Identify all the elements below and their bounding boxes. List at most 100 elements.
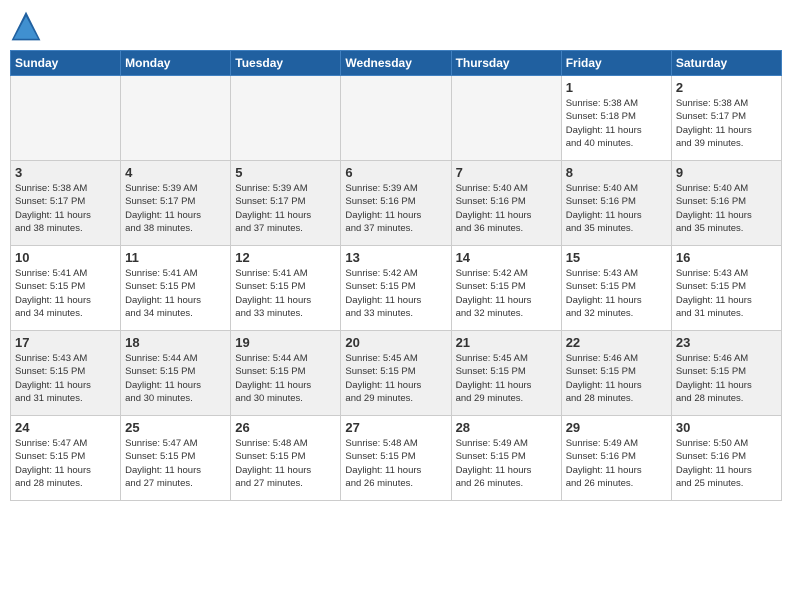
day-info: Sunrise: 5:38 AM Sunset: 5:17 PM Dayligh… xyxy=(676,97,777,150)
day-info: Sunrise: 5:40 AM Sunset: 5:16 PM Dayligh… xyxy=(456,182,557,235)
calendar-header-row: SundayMondayTuesdayWednesdayThursdayFrid… xyxy=(11,51,782,76)
calendar-cell: 18 Sunrise: 5:44 AM Sunset: 5:15 PM Dayli… xyxy=(121,331,231,416)
calendar-cell: 12 Sunrise: 5:41 AM Sunset: 5:15 PM Dayli… xyxy=(231,246,341,331)
day-number: 23 xyxy=(676,335,777,350)
logo xyxy=(10,10,46,42)
day-info: Sunrise: 5:38 AM Sunset: 5:18 PM Dayligh… xyxy=(566,97,667,150)
calendar-cell: 4Sunrise: 5:39 AM Sunset: 5:17 PM Daylig… xyxy=(121,161,231,246)
day-info: Sunrise: 5:45 AM Sunset: 5:15 PM Dayligh… xyxy=(345,352,446,405)
page-header xyxy=(10,10,782,42)
calendar-cell xyxy=(11,76,121,161)
day-number: 17 xyxy=(15,335,116,350)
day-number: 26 xyxy=(235,420,336,435)
calendar-cell: 2Sunrise: 5:38 AM Sunset: 5:17 PM Daylig… xyxy=(671,76,781,161)
day-number: 20 xyxy=(345,335,446,350)
day-info: Sunrise: 5:46 AM Sunset: 5:15 PM Dayligh… xyxy=(676,352,777,405)
day-info: Sunrise: 5:44 AM Sunset: 5:15 PM Dayligh… xyxy=(125,352,226,405)
day-info: Sunrise: 5:45 AM Sunset: 5:15 PM Dayligh… xyxy=(456,352,557,405)
header-monday: Monday xyxy=(121,51,231,76)
day-info: Sunrise: 5:39 AM Sunset: 5:16 PM Dayligh… xyxy=(345,182,446,235)
day-number: 1 xyxy=(566,80,667,95)
calendar-cell: 3Sunrise: 5:38 AM Sunset: 5:17 PM Daylig… xyxy=(11,161,121,246)
day-number: 30 xyxy=(676,420,777,435)
calendar-cell: 10Sunrise: 5:41 AM Sunset: 5:15 PM Dayli… xyxy=(11,246,121,331)
day-number: 28 xyxy=(456,420,557,435)
day-info: Sunrise: 5:44 AM Sunset: 5:15 PM Dayligh… xyxy=(235,352,336,405)
day-number: 25 xyxy=(125,420,226,435)
day-number: 4 xyxy=(125,165,226,180)
day-number: 13 xyxy=(345,250,446,265)
day-number: 16 xyxy=(676,250,777,265)
day-info: Sunrise: 5:40 AM Sunset: 5:16 PM Dayligh… xyxy=(566,182,667,235)
day-info: Sunrise: 5:42 AM Sunset: 5:15 PM Dayligh… xyxy=(345,267,446,320)
day-info: Sunrise: 5:40 AM Sunset: 5:16 PM Dayligh… xyxy=(676,182,777,235)
day-info: Sunrise: 5:41 AM Sunset: 5:15 PM Dayligh… xyxy=(125,267,226,320)
day-number: 12 xyxy=(235,250,336,265)
day-number: 8 xyxy=(566,165,667,180)
header-tuesday: Tuesday xyxy=(231,51,341,76)
day-number: 9 xyxy=(676,165,777,180)
calendar-week-row: 24 Sunrise: 5:47 AM Sunset: 5:15 PM Dayli… xyxy=(11,416,782,501)
day-info: Sunrise: 5:43 AM Sunset: 5:15 PM Dayligh… xyxy=(566,267,667,320)
calendar-cell: 9 Sunrise: 5:40 AM Sunset: 5:16 PM Daylig… xyxy=(671,161,781,246)
calendar-cell: 8 Sunrise: 5:40 AM Sunset: 5:16 PM Daylig… xyxy=(561,161,671,246)
calendar-cell: 6 Sunrise: 5:39 AM Sunset: 5:16 PM Daylig… xyxy=(341,161,451,246)
calendar-cell: 19 Sunrise: 5:44 AM Sunset: 5:15 PM Dayli… xyxy=(231,331,341,416)
day-info: Sunrise: 5:42 AM Sunset: 5:15 PM Dayligh… xyxy=(456,267,557,320)
day-number: 6 xyxy=(345,165,446,180)
calendar-cell: 7 Sunrise: 5:40 AM Sunset: 5:16 PM Daylig… xyxy=(451,161,561,246)
day-info: Sunrise: 5:38 AM Sunset: 5:17 PM Dayligh… xyxy=(15,182,116,235)
day-number: 29 xyxy=(566,420,667,435)
day-info: Sunrise: 5:49 AM Sunset: 5:16 PM Dayligh… xyxy=(566,437,667,490)
day-info: Sunrise: 5:43 AM Sunset: 5:15 PM Dayligh… xyxy=(15,352,116,405)
header-sunday: Sunday xyxy=(11,51,121,76)
calendar-cell: 5 Sunrise: 5:39 AM Sunset: 5:17 PM Daylig… xyxy=(231,161,341,246)
calendar-cell: 1 Sunrise: 5:38 AM Sunset: 5:18 PM Daylig… xyxy=(561,76,671,161)
calendar-cell xyxy=(451,76,561,161)
day-number: 27 xyxy=(345,420,446,435)
calendar-cell: 15 Sunrise: 5:43 AM Sunset: 5:15 PM Dayli… xyxy=(561,246,671,331)
header-thursday: Thursday xyxy=(451,51,561,76)
logo-icon xyxy=(10,10,42,42)
calendar-cell: 26Sunrise: 5:48 AM Sunset: 5:15 PM Dayli… xyxy=(231,416,341,501)
calendar-cell: 22Sunrise: 5:46 AM Sunset: 5:15 PM Dayli… xyxy=(561,331,671,416)
day-info: Sunrise: 5:41 AM Sunset: 5:15 PM Dayligh… xyxy=(235,267,336,320)
calendar-cell: 16Sunrise: 5:43 AM Sunset: 5:15 PM Dayli… xyxy=(671,246,781,331)
calendar-week-row: 3Sunrise: 5:38 AM Sunset: 5:17 PM Daylig… xyxy=(11,161,782,246)
calendar-table: SundayMondayTuesdayWednesdayThursdayFrid… xyxy=(10,50,782,501)
day-number: 11 xyxy=(125,250,226,265)
day-number: 5 xyxy=(235,165,336,180)
day-number: 21 xyxy=(456,335,557,350)
day-number: 10 xyxy=(15,250,116,265)
calendar-cell: 21 Sunrise: 5:45 AM Sunset: 5:15 PM Dayli… xyxy=(451,331,561,416)
calendar-cell: 28 Sunrise: 5:49 AM Sunset: 5:15 PM Dayli… xyxy=(451,416,561,501)
day-number: 15 xyxy=(566,250,667,265)
day-number: 18 xyxy=(125,335,226,350)
day-info: Sunrise: 5:47 AM Sunset: 5:15 PM Dayligh… xyxy=(125,437,226,490)
day-number: 14 xyxy=(456,250,557,265)
calendar-week-row: 10 Sunrise: 5:41 AM Sunset: 5:15 PM Dayli… xyxy=(11,246,782,331)
day-info: Sunrise: 5:50 AM Sunset: 5:16 PM Dayligh… xyxy=(676,437,777,490)
calendar-cell: 24Sunrise: 5:47 AM Sunset: 5:15 PM Dayli… xyxy=(11,416,121,501)
calendar-cell: 27Sunrise: 5:48 AM Sunset: 5:15 PM Dayli… xyxy=(341,416,451,501)
calendar-cell: 29 Sunrise: 5:49 AM Sunset: 5:16 PM Dayli… xyxy=(561,416,671,501)
calendar-cell: 30 Sunrise: 5:50 AM Sunset: 5:16 PM Dayli… xyxy=(671,416,781,501)
calendar-week-row: 17 Sunrise: 5:43 AM Sunset: 5:15 PM Dayli… xyxy=(11,331,782,416)
calendar-week-row: 1 Sunrise: 5:38 AM Sunset: 5:18 PM Daylig… xyxy=(11,76,782,161)
day-number: 7 xyxy=(456,165,557,180)
calendar-cell xyxy=(121,76,231,161)
day-info: Sunrise: 5:49 AM Sunset: 5:15 PM Dayligh… xyxy=(456,437,557,490)
header-wednesday: Wednesday xyxy=(341,51,451,76)
calendar-cell xyxy=(231,76,341,161)
day-number: 24 xyxy=(15,420,116,435)
calendar-cell: 23 Sunrise: 5:46 AM Sunset: 5:15 PM Dayli… xyxy=(671,331,781,416)
calendar-cell: 20 Sunrise: 5:45 AM Sunset: 5:15 PM Dayli… xyxy=(341,331,451,416)
day-info: Sunrise: 5:39 AM Sunset: 5:17 PM Dayligh… xyxy=(235,182,336,235)
calendar-cell xyxy=(341,76,451,161)
day-info: Sunrise: 5:46 AM Sunset: 5:15 PM Dayligh… xyxy=(566,352,667,405)
header-saturday: Saturday xyxy=(671,51,781,76)
header-friday: Friday xyxy=(561,51,671,76)
calendar-cell: 17 Sunrise: 5:43 AM Sunset: 5:15 PM Dayli… xyxy=(11,331,121,416)
calendar-cell: 14 Sunrise: 5:42 AM Sunset: 5:15 PM Dayli… xyxy=(451,246,561,331)
day-number: 19 xyxy=(235,335,336,350)
